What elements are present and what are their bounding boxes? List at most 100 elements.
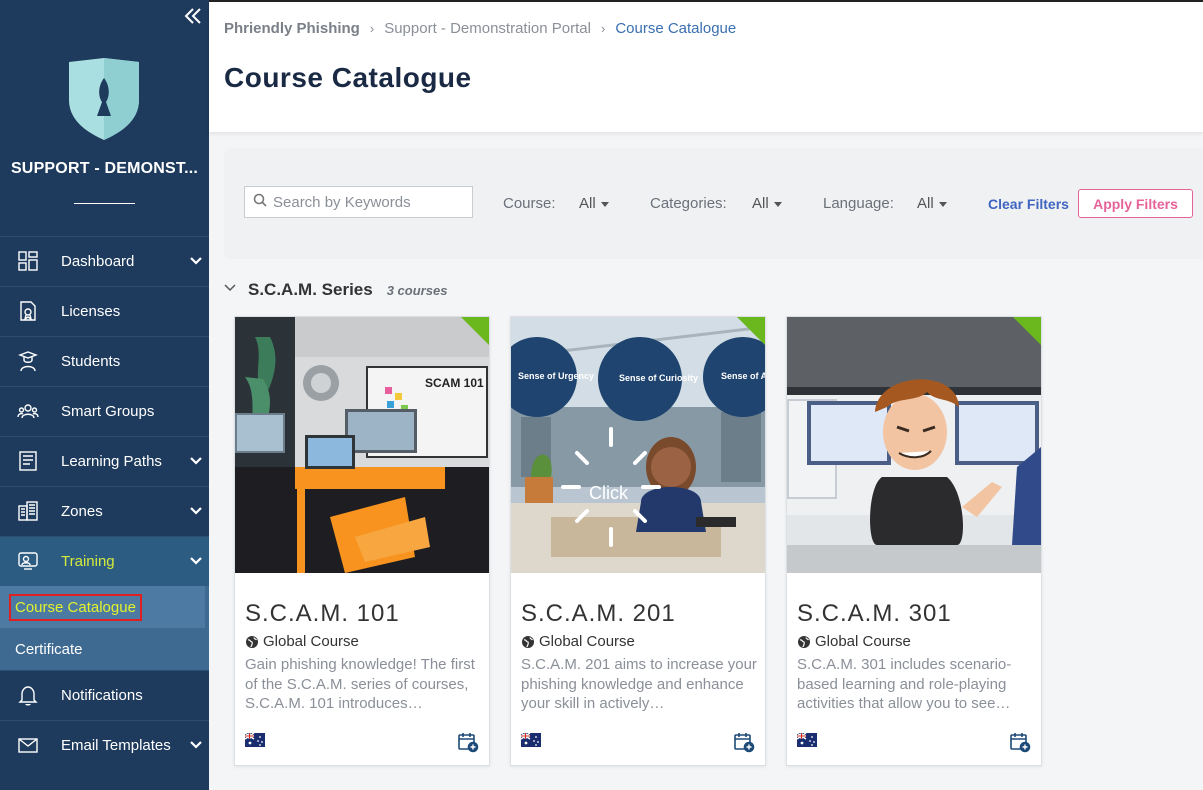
- click-text: Click: [589, 483, 629, 503]
- chevron-down-icon: [189, 504, 203, 518]
- collapse-sidebar-icon[interactable]: [183, 6, 203, 26]
- categories-filter-label: Categories:: [650, 195, 727, 212]
- sidebar-item-zones[interactable]: Zones: [0, 486, 209, 536]
- series-count: 3 courses: [386, 282, 448, 298]
- caret-down-icon: [600, 201, 609, 207]
- caret-down-icon: [938, 201, 947, 207]
- sidebar-item-licenses[interactable]: Licenses: [0, 286, 209, 336]
- language-filter-value: All: [917, 195, 934, 212]
- sidebar-subitem-course-catalogue[interactable]: Course Catalogue: [0, 586, 205, 628]
- sidebar-nav: Dashboard Licenses Students Smart Groups: [0, 236, 209, 770]
- sidebar-subitem-label: Certificate: [15, 640, 83, 658]
- chevron-right-icon: ›: [369, 21, 375, 36]
- australia-flag-icon: [520, 732, 541, 747]
- sidebar-item-label: Dashboard: [61, 253, 135, 270]
- dashboard-icon: [17, 250, 39, 272]
- australia-flag-icon: [796, 732, 817, 747]
- chevron-down-icon: [189, 738, 203, 752]
- org-name: SUPPORT - DEMONST...: [10, 160, 199, 177]
- course-title[interactable]: S.C.A.M. 201: [521, 600, 676, 628]
- sidebar-subitem-label: Course Catalogue: [9, 593, 142, 621]
- globe-icon: [246, 635, 258, 648]
- series-title: S.C.A.M. Series: [248, 280, 373, 299]
- course-card[interactable]: S.C.A.M. 301 Global Course S.C.A.M. 301 …: [786, 316, 1042, 766]
- chevron-down-icon: [189, 254, 203, 268]
- caret-down-icon: [773, 201, 782, 207]
- globe-icon: [522, 635, 534, 648]
- course-type: Global Course: [245, 633, 359, 650]
- course-thumbnail: SCAM 101: [235, 317, 489, 573]
- sidebar-item-label: Training: [61, 553, 115, 570]
- page-header: Phriendly Phishing › Support - Demonstra…: [209, 2, 1203, 132]
- circle-text-1: Sense of Urgency: [518, 371, 594, 381]
- sidebar-item-label: Students: [61, 353, 121, 370]
- chevron-right-icon: ›: [600, 21, 606, 36]
- new-badge-corner: [1013, 317, 1041, 345]
- sidebar-item-smart-groups[interactable]: Smart Groups: [0, 386, 209, 436]
- calendar-add-icon[interactable]: [733, 731, 755, 753]
- svg-text:Click: Click: [589, 483, 629, 503]
- page-title: Course Catalogue: [224, 62, 472, 93]
- sidebar-item-label: Notifications: [61, 687, 143, 704]
- search-input[interactable]: [273, 193, 463, 211]
- sidebar-item-label: Email Templates: [61, 737, 171, 754]
- svg-text:Sense of Authority: Sense of Authority: [721, 371, 765, 381]
- chevron-down-icon[interactable]: [224, 281, 236, 299]
- learning-path-icon: [17, 450, 39, 472]
- svg-text:Sense of Curiosity: Sense of Curiosity: [619, 373, 698, 383]
- course-filter-select[interactable]: All: [579, 195, 609, 212]
- clear-filters-button[interactable]: Clear Filters: [988, 196, 1069, 212]
- divider: [74, 203, 135, 204]
- sidebar-item-label: Learning Paths: [61, 453, 162, 470]
- course-card[interactable]: Sense of Urgency Sense of Curiosity Sens…: [510, 316, 766, 766]
- language-filter-select[interactable]: All: [917, 195, 947, 212]
- sidebar-item-label: Licenses: [61, 303, 121, 320]
- bell-icon: [17, 684, 39, 706]
- buildings-icon: [17, 500, 39, 522]
- breadcrumb-item-portal[interactable]: Support - Demonstration Portal: [384, 20, 591, 37]
- circle-text-3: Sense of Authority: [721, 371, 765, 381]
- new-badge-corner: [737, 317, 765, 345]
- course-card[interactable]: SCAM 101 S.C.A.M. 101 Global Course Gain…: [234, 316, 490, 766]
- sidebar-item-dashboard[interactable]: Dashboard: [0, 236, 209, 286]
- calendar-add-icon[interactable]: [1009, 731, 1031, 753]
- svg-text:Sense of Urgency: Sense of Urgency: [518, 371, 594, 381]
- course-description: S.C.A.M. 201 aims to increase your phish…: [521, 656, 757, 712]
- course-type-label: Global Course: [539, 633, 635, 650]
- course-description: Gain phishing knowledge! The first of th…: [245, 656, 475, 712]
- sidebar-item-notifications[interactable]: Notifications: [0, 670, 209, 720]
- sidebar-item-learning-paths[interactable]: Learning Paths: [0, 436, 209, 486]
- course-thumbnail: Sense of Urgency Sense of Curiosity Sens…: [511, 317, 765, 573]
- sidebar: SUPPORT - DEMONST... Dashboard Licenses …: [0, 0, 209, 790]
- course-title[interactable]: S.C.A.M. 301: [797, 600, 952, 628]
- course-description: S.C.A.M. 301 includes scenario-based lea…: [797, 656, 1012, 712]
- apply-filters-button[interactable]: Apply Filters: [1078, 189, 1193, 218]
- search-icon: [253, 193, 267, 212]
- course-type-label: Global Course: [815, 633, 911, 650]
- training-submenu: Course Catalogue Certificate: [0, 586, 209, 670]
- australia-flag-icon: [244, 732, 265, 747]
- categories-filter-select[interactable]: All: [752, 195, 782, 212]
- calendar-add-icon[interactable]: [457, 731, 479, 753]
- sidebar-subitem-certificate[interactable]: Certificate: [0, 628, 209, 670]
- sidebar-item-label: Smart Groups: [61, 403, 155, 420]
- org-shield-logo: [67, 58, 141, 140]
- sidebar-item-label: Zones: [61, 503, 103, 520]
- course-type: Global Course: [797, 633, 911, 650]
- categories-filter-value: All: [752, 195, 769, 212]
- course-title[interactable]: S.C.A.M. 101: [245, 600, 400, 628]
- sidebar-item-training[interactable]: Training: [0, 536, 209, 586]
- globe-icon: [798, 635, 810, 648]
- sidebar-item-email-templates[interactable]: Email Templates: [0, 720, 209, 770]
- chevron-down-icon: [189, 454, 203, 468]
- training-icon: [17, 550, 39, 572]
- course-type: Global Course: [521, 633, 635, 650]
- series-header[interactable]: S.C.A.M. Series 3 courses: [224, 280, 447, 300]
- whiteboard-text: SCAM 101: [425, 376, 484, 390]
- sidebar-item-students[interactable]: Students: [0, 336, 209, 386]
- course-filter-label: Course:: [503, 195, 556, 212]
- breadcrumb-item-current: Course Catalogue: [615, 20, 737, 37]
- breadcrumb-item-home[interactable]: Phriendly Phishing: [224, 20, 360, 37]
- groups-icon: [17, 400, 39, 422]
- student-icon: [17, 350, 39, 372]
